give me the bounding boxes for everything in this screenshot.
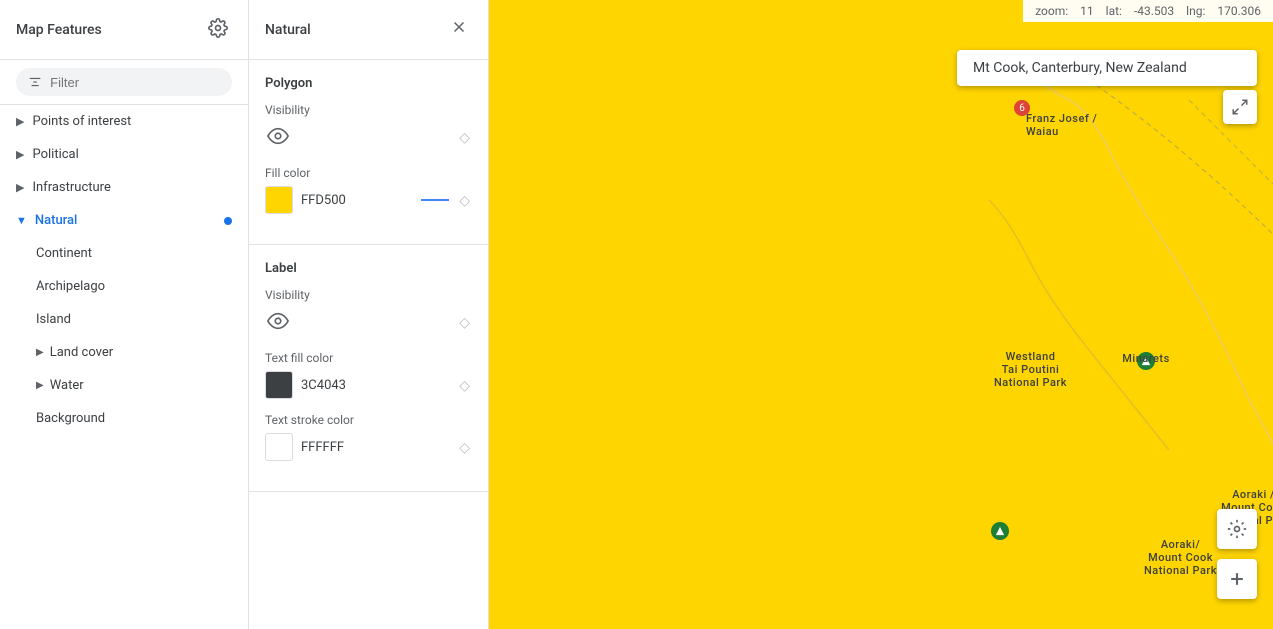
lat-label: lat: — [1106, 4, 1122, 18]
chevron-right-icon: ▶ — [16, 181, 24, 194]
chevron-right-icon: ▶ — [16, 115, 24, 128]
text-fill-color-value: 3C4043 — [301, 378, 346, 393]
sidebar-item-political[interactable]: ▶ Political — [0, 138, 248, 171]
eye-icon — [267, 125, 289, 147]
zoom-label: zoom: — [1035, 4, 1068, 18]
sidebar-item-label: Continent — [36, 246, 92, 261]
reset-visibility-button[interactable]: ◇ — [457, 127, 472, 148]
location-button[interactable] — [1217, 509, 1257, 549]
sidebar-item-label: Land cover — [50, 345, 113, 360]
reset-text-fill-color-button[interactable]: ◇ — [457, 375, 472, 396]
feature-panel: Natural Polygon Visibility ◇ — [249, 0, 489, 629]
lng-label: lng: — [1186, 4, 1205, 18]
visibility-label: Visibility — [265, 103, 472, 117]
panel-title: Natural — [265, 22, 311, 38]
sidebar-item-label: Political — [32, 147, 78, 162]
text-fill-color-swatch[interactable] — [265, 371, 293, 399]
sidebar-item-archipelago[interactable]: Archipelago — [0, 270, 248, 303]
small-poi-1 — [991, 522, 1009, 540]
fill-color-label: Fill color — [265, 166, 472, 180]
sidebar-item-continent[interactable]: Continent — [0, 237, 248, 270]
map-label-aoraki-bottom: Aoraki/Mount CookNational Park — [1144, 538, 1217, 577]
sidebar-item-infrastructure[interactable]: ▶ Infrastructure — [0, 171, 248, 204]
nav-list: ▶ Points of interest ▶ Political ▶ Infra… — [0, 105, 248, 629]
sidebar-item-label: Background — [36, 411, 105, 426]
close-button[interactable] — [446, 14, 472, 45]
sidebar-item-island[interactable]: Island — [0, 303, 248, 336]
fill-color-row: Fill color FFD500 ◇ — [265, 166, 472, 214]
reset-label-visibility-button[interactable]: ◇ — [457, 312, 472, 333]
gear-icon — [208, 18, 228, 38]
label-visibility-toggle-button[interactable] — [265, 308, 291, 337]
search-text: Mt Cook, Canterbury, New Zealand — [973, 60, 1187, 76]
panel-header: Natural — [249, 0, 488, 60]
chevron-right-icon: ▶ — [36, 347, 44, 358]
sidebar: Map Features ▶ Points of interest ▶ Pol — [0, 0, 249, 629]
search-box: Mt Cook, Canterbury, New Zealand — [957, 50, 1257, 86]
label-section: Label Visibility ◇ Text fill color 3C404… — [249, 245, 488, 492]
label-visibility-label: Visibility — [265, 288, 472, 302]
minarets-poi: Minarets — [1137, 352, 1155, 370]
fill-color-swatch[interactable] — [265, 186, 293, 214]
visibility-toggle-button[interactable] — [265, 123, 291, 152]
sidebar-item-label: Archipelago — [36, 279, 105, 294]
filter-input-container — [16, 68, 232, 96]
fill-color-value: FFD500 — [301, 193, 346, 208]
text-stroke-color-row: Text stroke color FFFFFF ◇ — [265, 413, 472, 461]
sidebar-header: Map Features — [0, 0, 248, 60]
polygon-section-title: Polygon — [265, 76, 472, 91]
filter-bar — [0, 60, 248, 105]
lat-value: -43.503 — [1134, 4, 1174, 18]
collapse-indicator — [421, 199, 449, 201]
notification-badge: 6 — [1014, 100, 1030, 116]
close-icon — [450, 18, 468, 36]
map-area[interactable]: zoom: 11 lat: -43.503 lng: 170.306 Mt Co… — [489, 0, 1273, 629]
map-label-franz-josef: Franz Josef /Waiau — [1026, 112, 1097, 138]
small-mountain-icon-1 — [991, 522, 1009, 540]
location-icon — [1227, 519, 1247, 539]
polygon-section: Polygon Visibility ◇ Fill color FFD500 — [249, 60, 488, 245]
visibility-row: Visibility ◇ — [265, 103, 472, 152]
map-topbar: zoom: 11 lat: -43.503 lng: 170.306 — [1023, 0, 1273, 22]
label-section-title: Label — [265, 261, 472, 276]
minarets-mountain-icon — [1137, 352, 1155, 370]
eye-icon — [267, 310, 289, 332]
label-visibility-row: Visibility ◇ — [265, 288, 472, 337]
filter-input[interactable] — [50, 75, 220, 90]
sidebar-item-label: Points of interest — [32, 114, 131, 129]
text-stroke-color-label: Text stroke color — [265, 413, 472, 427]
lng-value: 170.306 — [1217, 4, 1261, 18]
sidebar-item-water[interactable]: ▶ Water — [0, 369, 248, 402]
text-stroke-color-swatch[interactable] — [265, 433, 293, 461]
fullscreen-icon — [1231, 98, 1249, 116]
zoom-value: 11 — [1080, 4, 1094, 18]
chevron-down-icon: ▼ — [16, 214, 27, 227]
text-stroke-color-value: FFFFFF — [301, 440, 344, 455]
reset-text-stroke-color-button[interactable]: ◇ — [457, 437, 472, 458]
map-svg-overlay — [489, 0, 1273, 629]
text-fill-color-row: Text fill color 3C4043 ◇ — [265, 351, 472, 399]
sidebar-item-label: Island — [36, 312, 71, 327]
sidebar-title: Map Features — [16, 22, 102, 38]
text-fill-color-label: Text fill color — [265, 351, 472, 365]
sidebar-item-label: Infrastructure — [32, 180, 110, 195]
sidebar-item-natural[interactable]: ▼ Natural — [0, 204, 248, 237]
chevron-right-icon: ▶ — [16, 148, 24, 161]
sidebar-item-background[interactable]: Background — [0, 402, 248, 435]
sidebar-item-points-of-interest[interactable]: ▶ Points of interest — [0, 105, 248, 138]
active-indicator-dot — [224, 217, 232, 225]
sidebar-item-label: Natural — [35, 213, 77, 228]
chevron-right-icon: ▶ — [36, 380, 44, 391]
settings-button[interactable] — [204, 14, 232, 45]
zoom-in-button[interactable] — [1217, 559, 1257, 599]
sidebar-item-label: Water — [50, 378, 84, 393]
map-label-westland: WestlandTai PoutiniNational Park — [994, 350, 1067, 389]
reset-fill-color-button[interactable]: ◇ — [457, 190, 472, 211]
filter-icon — [28, 74, 42, 90]
fullscreen-button[interactable] — [1223, 90, 1257, 124]
plus-icon — [1227, 569, 1247, 589]
sidebar-item-land-cover[interactable]: ▶ Land cover — [0, 336, 248, 369]
